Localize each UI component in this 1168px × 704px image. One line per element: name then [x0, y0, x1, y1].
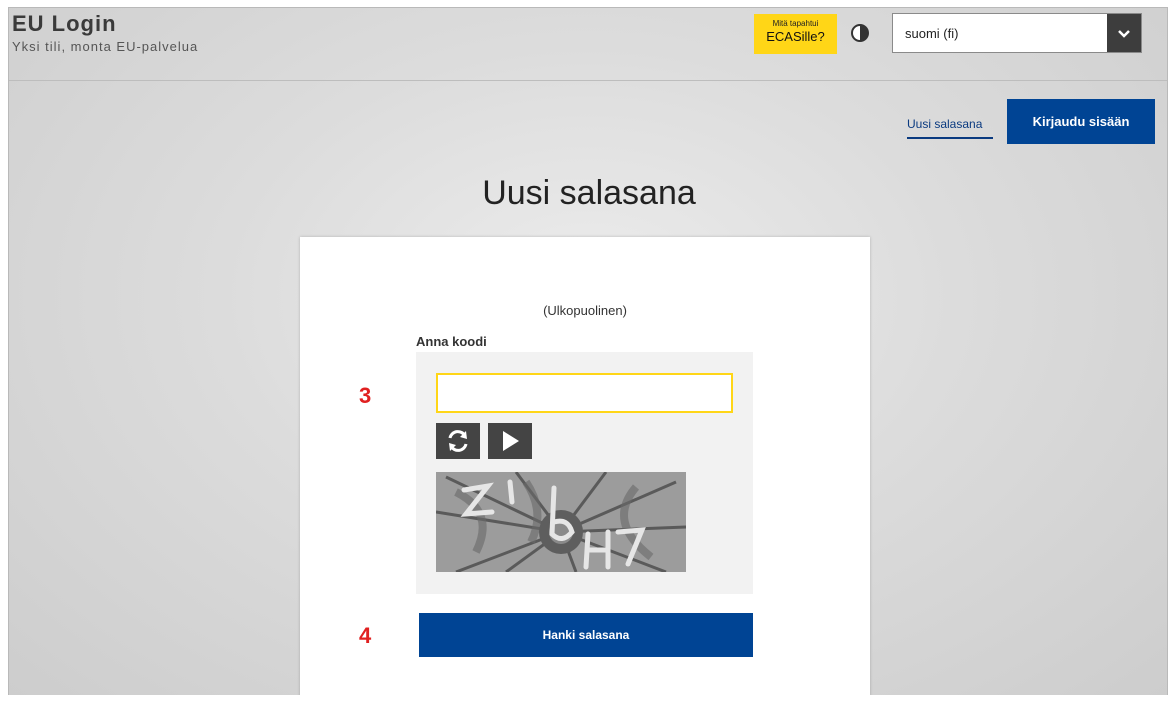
app-subtitle: Yksi tili, monta EU-palvelua [12, 39, 199, 54]
page-title: Uusi salasana [482, 174, 696, 212]
captcha-input[interactable] [436, 373, 733, 413]
chevron-down-icon[interactable] [1107, 14, 1141, 52]
step-4-annotation: 4 [359, 623, 372, 648]
code-label: Anna koodi [416, 334, 487, 349]
captcha-image [436, 472, 686, 572]
whats-new-small-text: Mitä tapahtui [772, 19, 819, 28]
eu-login-page: EU Login Yksi tili, monta EU-palvelua Mi… [8, 7, 1168, 695]
step-3-annotation: 3 [359, 383, 372, 408]
top-bar: EU Login Yksi tili, monta EU-palvelua Mi… [9, 8, 1167, 81]
play-icon[interactable] [488, 423, 532, 459]
new-password-link[interactable]: Uusi salasana [907, 117, 982, 131]
account-type-label: (Ulkopuolinen) [543, 303, 627, 318]
captcha-box [416, 352, 753, 594]
password-card: (Ulkopuolinen) Anna koodi Hanki salasana [300, 237, 870, 695]
whats-new-badge[interactable]: Mitä tapahtui ECASille? [754, 14, 837, 54]
active-tab-underline [907, 137, 993, 139]
app-title: EU Login [12, 11, 117, 36]
refresh-icon[interactable] [436, 423, 480, 459]
contrast-icon[interactable] [851, 24, 869, 42]
language-select[interactable]: suomi (fi) [892, 13, 1142, 53]
login-button[interactable]: Kirjaudu sisään [1007, 99, 1155, 144]
language-value: suomi (fi) [905, 26, 959, 41]
get-password-button[interactable]: Hanki salasana [419, 613, 753, 657]
whats-new-big-text: ECASille? [766, 29, 825, 44]
